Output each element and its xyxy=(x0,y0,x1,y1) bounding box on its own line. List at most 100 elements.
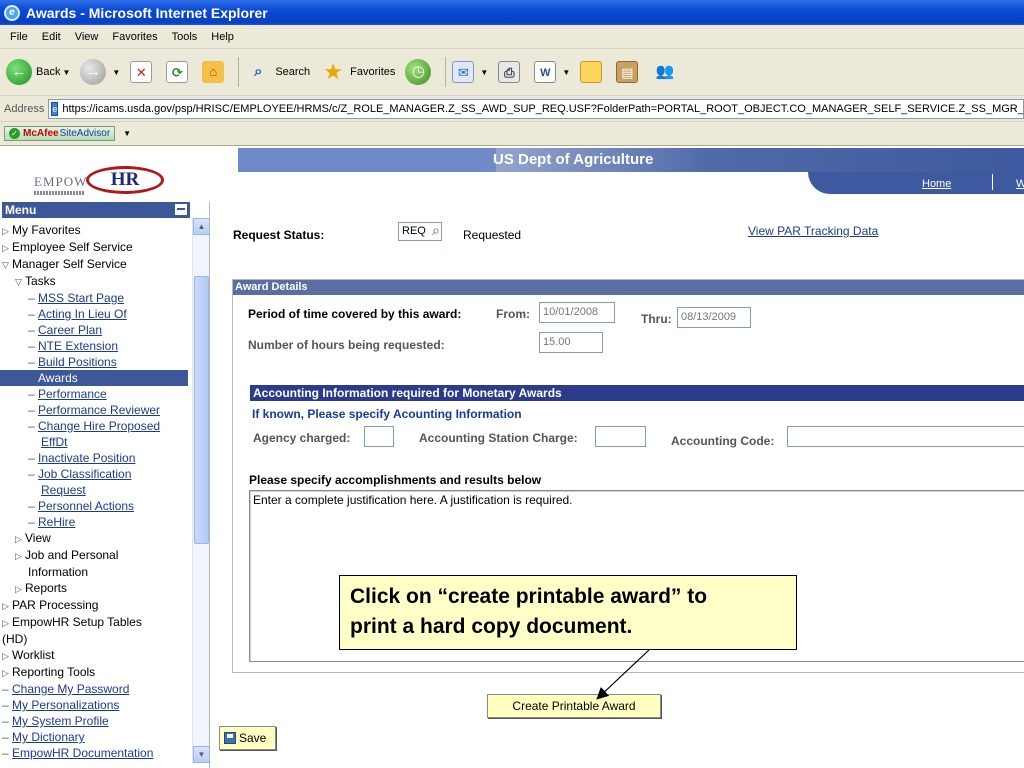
expand-triangle-icon[interactable]: ▷ xyxy=(2,223,12,239)
expand-triangle-icon[interactable]: ▷ xyxy=(15,581,25,597)
forward-button[interactable]: → ▼ xyxy=(80,59,120,85)
sidebar-item-awards[interactable]: – Awards xyxy=(0,370,188,386)
refresh-button[interactable]: ⟳ xyxy=(166,61,192,83)
history-icon: ◷ xyxy=(405,59,432,85)
accounting-station-input[interactable] xyxy=(595,426,646,447)
favorites-button[interactable]: ★ Favorites xyxy=(320,59,395,85)
menu-favorites[interactable]: Favorites xyxy=(105,29,164,45)
sidebar-item-inactivate-position[interactable]: – Inactivate Position xyxy=(2,450,188,466)
sidebar-item-change-hire-proposed[interactable]: – Change Hire Proposed xyxy=(2,418,188,434)
sidebar-item-career-plan[interactable]: – Career Plan xyxy=(2,322,188,338)
worklist-link[interactable]: W xyxy=(1016,178,1024,190)
back-dropdown-icon[interactable]: ▼ xyxy=(62,68,70,77)
window-title: Awards - Microsoft Internet Explorer xyxy=(26,4,268,21)
thru-date-input[interactable]: 08/13/2009 xyxy=(677,307,751,328)
page-icon: e xyxy=(51,101,59,116)
sidebar-item-performance[interactable]: – Performance xyxy=(2,386,188,402)
sidebar-item-label: View xyxy=(25,531,51,545)
word-edit-icon: W xyxy=(534,61,557,83)
accounting-code-input[interactable] xyxy=(787,426,1024,447)
scroll-thumb[interactable] xyxy=(194,276,209,544)
from-label: From: xyxy=(496,307,530,321)
expand-triangle-icon[interactable]: ▷ xyxy=(2,648,12,664)
home-link[interactable]: Home xyxy=(922,178,951,190)
sidebar-item-view[interactable]: ▷ View xyxy=(2,530,188,547)
view-par-tracking-link[interactable]: View PAR Tracking Data xyxy=(748,224,878,238)
sidebar-item-manager-self-service[interactable]: ▽ Manager Self Service xyxy=(2,256,188,273)
sidebar-item-employee-self-service[interactable]: ▷ Employee Self Service xyxy=(2,239,188,256)
research-button[interactable]: ▤ xyxy=(616,61,642,83)
expand-triangle-icon[interactable]: ▷ xyxy=(2,615,12,631)
sidebar-item-reporting-tools[interactable]: ▷ Reporting Tools xyxy=(2,664,188,681)
edit-dropdown-icon[interactable]: ▼ xyxy=(562,68,570,77)
address-input[interactable]: e https://icams.usda.gov/psp/HRISC/EMPLO… xyxy=(48,98,1024,119)
sidebar-item-nte-extension[interactable]: – NTE Extension xyxy=(2,338,188,354)
sidebar-item-rehire[interactable]: – ReHire xyxy=(2,514,188,530)
print-button[interactable]: ⎙ xyxy=(498,61,524,83)
agency-charged-input[interactable] xyxy=(364,426,394,447)
expand-triangle-icon[interactable]: ▷ xyxy=(2,598,12,614)
lookup-magnifier-icon[interactable]: ⌕ xyxy=(432,222,440,239)
tree-dash-icon: – xyxy=(28,291,35,305)
expand-triangle-icon[interactable]: ▷ xyxy=(2,665,12,681)
sidebar-item-worklist[interactable]: ▷ Worklist xyxy=(2,647,188,664)
forward-arrow-icon: → xyxy=(80,59,107,85)
favorites-label: Favorites xyxy=(350,66,396,78)
sidebar-item-information: Information xyxy=(2,564,188,580)
hours-input[interactable]: 15.00 xyxy=(539,332,603,353)
mail-dropdown-icon[interactable]: ▼ xyxy=(480,68,488,77)
menu-edit[interactable]: Edit xyxy=(35,29,68,45)
menu-view[interactable]: View xyxy=(68,29,106,45)
scroll-up-icon[interactable]: ▲ xyxy=(193,218,210,235)
sidebar-item-performance-reviewer[interactable]: – Performance Reviewer xyxy=(2,402,188,418)
expand-triangle-icon[interactable]: ▷ xyxy=(15,548,25,564)
from-date-input[interactable]: 10/01/2008 xyxy=(539,302,615,323)
mcafee-dropdown-icon[interactable]: ▼ xyxy=(123,129,131,138)
expand-triangle-icon[interactable]: ▷ xyxy=(2,240,12,256)
mcafee-siteadvisor-button[interactable]: ✓ McAfee SiteAdvisor xyxy=(4,126,116,141)
menu-help[interactable]: Help xyxy=(204,29,241,45)
sidebar-scrollbar[interactable]: ▲ ▼ xyxy=(192,218,210,763)
sidebar-item-personnel-actions[interactable]: – Personnel Actions xyxy=(2,498,188,514)
sidebar-item-effdt[interactable]: EffDt xyxy=(2,434,188,450)
sidebar-item-empowhr-setup-tables[interactable]: ▷ EmpowHR Setup Tables xyxy=(2,614,188,631)
sidebar-item-reports[interactable]: ▷ Reports xyxy=(2,580,188,597)
sidebar-item-tasks[interactable]: ▽ Tasks xyxy=(2,273,188,290)
menu-file[interactable]: File xyxy=(3,29,35,45)
menu-tools[interactable]: Tools xyxy=(165,29,205,45)
search-button[interactable]: ⌕ Search xyxy=(245,59,310,85)
stop-button[interactable]: ✕ xyxy=(130,61,156,83)
sidebar-item-my-favorites[interactable]: ▷ My Favorites xyxy=(2,222,188,239)
org-title: US Dept of Agriculture xyxy=(493,151,654,168)
sidebar-item-job-and-personal[interactable]: ▷ Job and Personal xyxy=(2,547,188,564)
sidebar-item-job-classification[interactable]: – Job Classification xyxy=(2,466,188,482)
folder-icon xyxy=(580,61,603,83)
home-button[interactable]: ⌂ xyxy=(202,61,228,83)
history-button[interactable]: ◷ xyxy=(405,59,435,85)
save-button[interactable]: Save xyxy=(219,726,276,750)
back-button[interactable]: ← Back ▼ xyxy=(6,59,70,85)
hours-label: Number of hours being requested: xyxy=(248,338,445,352)
expand-triangle-icon[interactable]: ▷ xyxy=(15,531,25,547)
sidebar-item-change-my-password[interactable]: – Change My Password xyxy=(2,681,188,697)
sidebar-item-build-positions[interactable]: – Build Positions xyxy=(2,354,188,370)
sidebar-item-par-processing[interactable]: ▷ PAR Processing xyxy=(2,597,188,614)
discuss-button[interactable] xyxy=(580,61,606,83)
minimize-icon[interactable] xyxy=(175,204,187,215)
forward-dropdown-icon[interactable]: ▼ xyxy=(112,68,120,77)
scroll-down-icon[interactable]: ▼ xyxy=(193,746,210,763)
collapse-triangle-icon[interactable]: ▽ xyxy=(2,257,12,273)
create-printable-award-button[interactable]: Create Printable Award xyxy=(487,694,661,718)
toolbar-separator xyxy=(445,57,447,87)
edit-button[interactable]: W ▼ xyxy=(534,61,570,83)
sidebar-item-my-system-profile[interactable]: – My System Profile xyxy=(2,713,188,729)
sidebar-item-my-dictionary[interactable]: – My Dictionary xyxy=(2,729,188,745)
sidebar-item-request[interactable]: Request xyxy=(2,482,188,498)
messenger-button[interactable]: 👥 xyxy=(652,59,682,85)
sidebar-item-my-personalizations[interactable]: – My Personalizations xyxy=(2,697,188,713)
sidebar-item-empowhr-documentation[interactable]: – EmpowHR Documentation xyxy=(2,745,188,761)
sidebar-item-acting-in-lieu-of[interactable]: – Acting In Lieu Of xyxy=(2,306,188,322)
sidebar-item-mss-start-page[interactable]: – MSS Start Page xyxy=(2,290,188,306)
collapse-triangle-icon[interactable]: ▽ xyxy=(15,274,25,290)
mail-button[interactable]: ✉ ▼ xyxy=(452,61,488,83)
